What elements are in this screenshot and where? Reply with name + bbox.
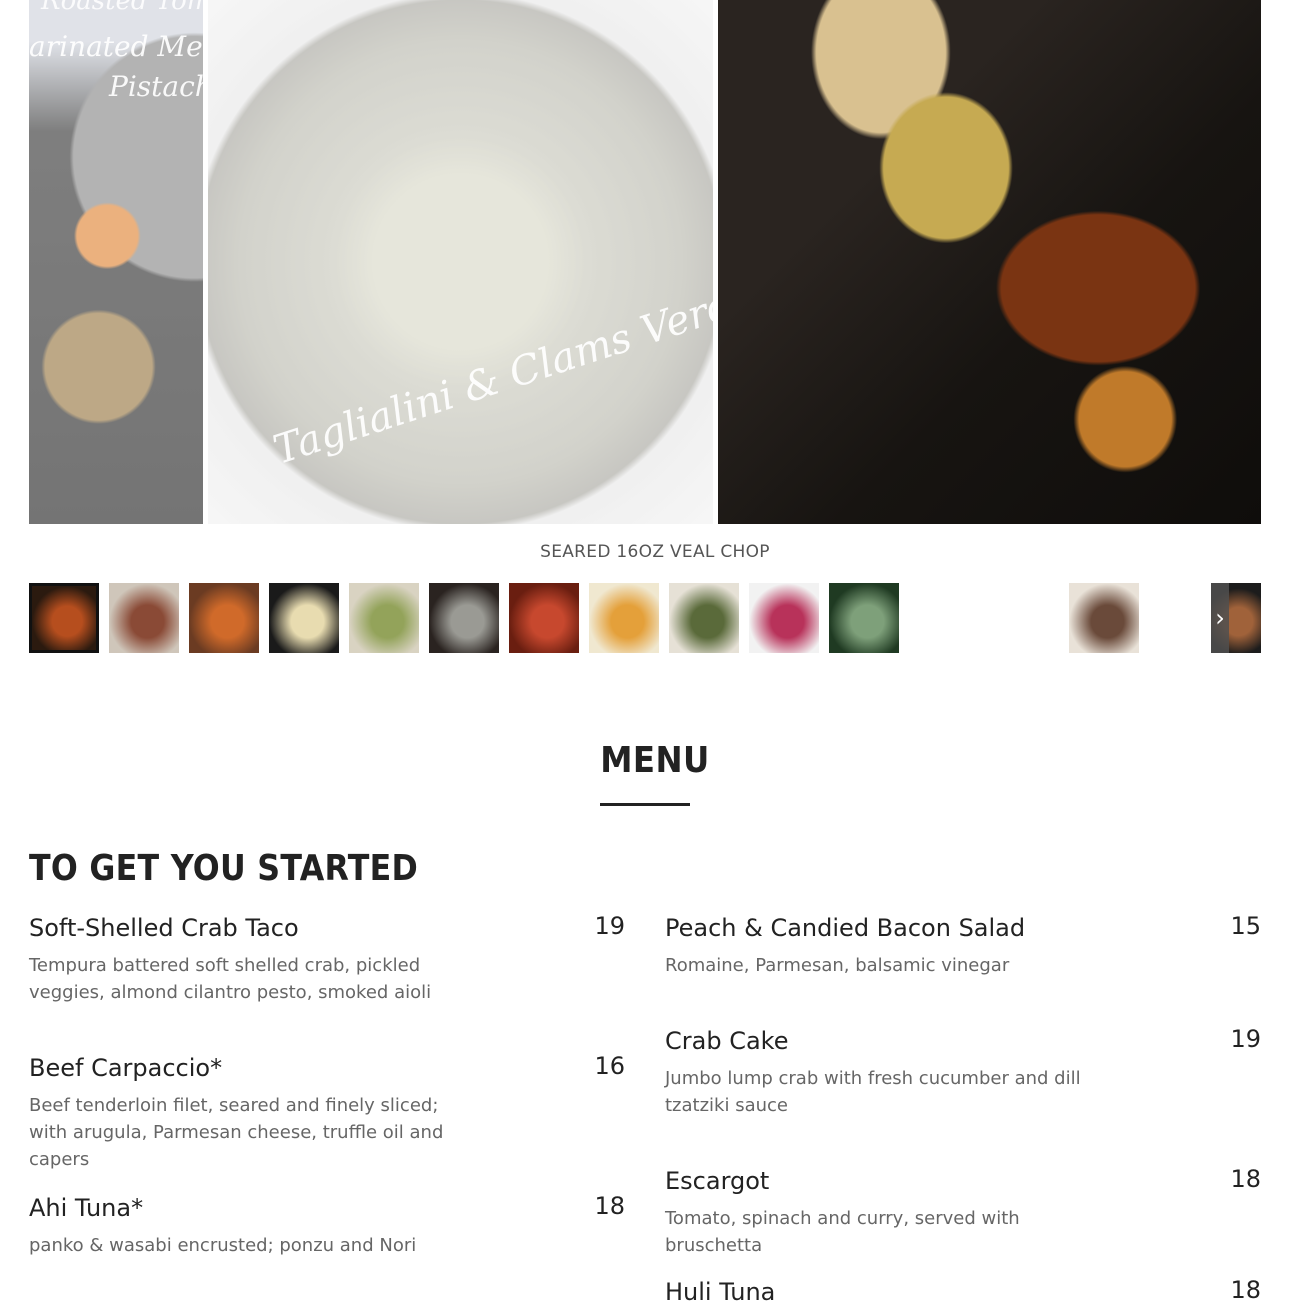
menu-item-price: 19 (594, 912, 625, 940)
slide-text: arinated Melon (29, 30, 203, 63)
menu-item-description: Tomato, spinach and curry, served with b… (665, 1208, 1020, 1256)
menu-item-name: Soft-Shelled Crab Taco (29, 914, 299, 942)
gallery-thumbnail[interactable] (669, 583, 739, 653)
gallery-thumbnail[interactable] (269, 583, 339, 653)
menu-item: Ahi Tuna* panko & wasabi encrusted; ponz… (29, 1194, 469, 1259)
menu-item-description: Romaine, Parmesan, balsamic vinegar (665, 955, 1010, 976)
menu-item-price: 18 (1230, 1165, 1261, 1193)
menu-title: MENU (600, 740, 710, 781)
menu-item-price: 15 (1230, 912, 1261, 940)
menu-item-price: 18 (594, 1192, 625, 1220)
menu-item: Peach & Candied Bacon Salad Romaine, Par… (665, 914, 1105, 979)
menu-item: Beef Carpaccio* Beef tenderloin filet, s… (29, 1054, 469, 1173)
gallery-caption: SEARED 16OZ VEAL CHOP (540, 542, 770, 562)
menu-item-price: 18 (1230, 1276, 1261, 1304)
menu-item: Huli Tuna (665, 1278, 1105, 1306)
menu-item-name: Ahi Tuna* (29, 1194, 144, 1222)
menu-item-description: Jumbo lump crab with fresh cucumber and … (665, 1068, 1081, 1116)
menu-item-name: Escargot (665, 1167, 770, 1195)
chevron-right-icon[interactable]: › (1211, 583, 1229, 653)
slide-text: Pistachio (109, 70, 203, 103)
menu-item-name: Huli Tuna (665, 1278, 776, 1306)
title-underline (600, 803, 690, 806)
gallery-main-image[interactable]: Roasted Tomato arinated Melon Pistachio … (29, 0, 1261, 524)
gallery-thumbnail[interactable] (509, 583, 579, 653)
menu-item-description: panko & wasabi encrusted; ponzu and Nori (29, 1235, 417, 1256)
gallery-thumbnail[interactable] (829, 583, 899, 653)
menu-item-name: Peach & Candied Bacon Salad (665, 914, 1026, 942)
menu-item-name: Crab Cake (665, 1027, 789, 1055)
slide-text: Roasted Tomato (41, 0, 203, 16)
previous-slide-image[interactable]: Roasted Tomato arinated Melon Pistachio (29, 0, 203, 524)
menu-item-description: Tempura battered soft shelled crab, pick… (29, 955, 432, 1003)
next-slide-image[interactable] (718, 0, 1261, 524)
gallery-thumbnail[interactable] (1069, 583, 1139, 653)
gallery-thumbnail[interactable] (109, 583, 179, 653)
section-title: TO GET YOU STARTED (29, 848, 419, 889)
current-slide-image[interactable]: Taglialini & Clams Verde (208, 0, 713, 524)
gallery-thumbnail[interactable] (429, 583, 499, 653)
gallery-thumbnail[interactable] (749, 583, 819, 653)
gallery-thumbnail[interactable] (349, 583, 419, 653)
menu-item-price: 19 (1230, 1025, 1261, 1053)
menu-item-description: Beef tenderloin filet, seared and finely… (29, 1095, 444, 1170)
menu-item: Crab Cake Jumbo lump crab with fresh cuc… (665, 1027, 1105, 1119)
menu-item-name: Beef Carpaccio* (29, 1054, 223, 1082)
gallery-thumbnail[interactable] (189, 583, 259, 653)
menu-item-price: 16 (594, 1052, 625, 1080)
menu-item: Escargot Tomato, spinach and curry, serv… (665, 1167, 1105, 1259)
menu-item: Soft-Shelled Crab Taco Tempura battered … (29, 914, 469, 1006)
gallery-thumbnail[interactable] (589, 583, 659, 653)
gallery-thumbnail[interactable] (29, 583, 99, 653)
thumbnail-strip: › (29, 583, 1261, 653)
